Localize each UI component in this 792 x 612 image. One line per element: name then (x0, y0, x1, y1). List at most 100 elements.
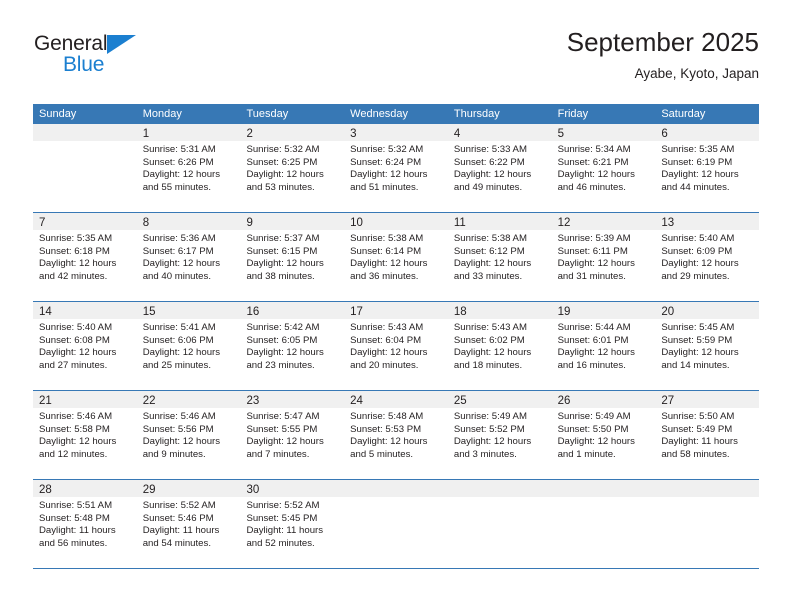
day-number: 10 (350, 217, 363, 229)
daylight-text-line1: Daylight: 12 hours (142, 258, 221, 270)
day-details: Sunrise: 5:49 AM Sunset: 5:50 PM Dayligh… (552, 408, 656, 461)
day-cell[interactable] (551, 480, 656, 568)
day-number-band: 18 (447, 302, 552, 319)
weekday-header-tuesday: Tuesday (246, 108, 289, 120)
sunrise-text: Sunrise: 5:47 AM (246, 411, 320, 422)
day-cell[interactable] (655, 480, 760, 568)
sunrise-text: Sunrise: 5:38 AM (350, 233, 424, 244)
day-cell[interactable]: 28 Sunrise: 5:51 AM Sunset: 5:48 PM Dayl… (33, 480, 137, 568)
sunset-text: Sunset: 6:26 PM (142, 156, 214, 168)
day-cell[interactable]: 4 Sunrise: 5:33 AM Sunset: 6:22 PM Dayli… (447, 124, 552, 212)
day-details: Sunrise: 5:51 AM Sunset: 5:48 PM Dayligh… (33, 497, 137, 550)
daylight-text-line2: and 29 minutes. (661, 270, 730, 282)
sunrise-text: Sunrise: 5:36 AM (142, 233, 216, 244)
logo-text-blue: Blue (63, 53, 105, 76)
day-number-band: 27 (655, 391, 760, 408)
day-cell[interactable]: 21 Sunrise: 5:46 AM Sunset: 5:58 PM Dayl… (33, 391, 137, 479)
day-cell[interactable]: 16 Sunrise: 5:42 AM Sunset: 6:05 PM Dayl… (240, 302, 345, 390)
day-cell[interactable]: 25 Sunrise: 5:49 AM Sunset: 5:52 PM Dayl… (447, 391, 552, 479)
day-cell[interactable]: 17 Sunrise: 5:43 AM Sunset: 6:04 PM Dayl… (344, 302, 448, 390)
day-details: Sunrise: 5:45 AM Sunset: 5:59 PM Dayligh… (655, 319, 759, 372)
day-cell[interactable] (447, 480, 552, 568)
day-details: Sunrise: 5:35 AM Sunset: 6:18 PM Dayligh… (33, 230, 137, 283)
day-cell[interactable] (344, 480, 448, 568)
sunset-text: Sunset: 6:19 PM (661, 156, 733, 168)
day-details: Sunrise: 5:43 AM Sunset: 6:02 PM Dayligh… (448, 319, 552, 372)
day-number-band: 13 (655, 213, 760, 230)
day-cell[interactable]: 1 Sunrise: 5:31 AM Sunset: 6:26 PM Dayli… (136, 124, 241, 212)
day-cell[interactable]: 13 Sunrise: 5:40 AM Sunset: 6:09 PM Dayl… (655, 213, 760, 301)
daylight-text-line1: Daylight: 12 hours (39, 436, 117, 448)
sunrise-text: Sunrise: 5:37 AM (246, 233, 320, 244)
day-cell[interactable]: 8 Sunrise: 5:36 AM Sunset: 6:17 PM Dayli… (136, 213, 241, 301)
day-cell[interactable]: 22 Sunrise: 5:46 AM Sunset: 5:56 PM Dayl… (136, 391, 241, 479)
day-cell[interactable]: 14 Sunrise: 5:40 AM Sunset: 6:08 PM Dayl… (33, 302, 137, 390)
daylight-text-line1: Daylight: 12 hours (142, 347, 221, 359)
day-number: 15 (142, 306, 156, 318)
day-cell[interactable]: 30 Sunrise: 5:52 AM Sunset: 5:45 PM Dayl… (240, 480, 345, 568)
daylight-text-line2: and 44 minutes. (661, 181, 730, 193)
weekday-header-friday: Friday (557, 108, 589, 120)
day-details: Sunrise: 5:47 AM Sunset: 5:55 PM Dayligh… (240, 408, 344, 461)
daylight-text-line2: and 12 minutes. (39, 448, 108, 460)
day-cell[interactable]: 20 Sunrise: 5:45 AM Sunset: 5:59 PM Dayl… (655, 302, 760, 390)
day-number: 25 (453, 395, 467, 407)
day-number: 20 (661, 306, 675, 318)
daylight-text-line2: and 46 minutes. (557, 181, 626, 193)
day-cell[interactable]: 7 Sunrise: 5:35 AM Sunset: 6:18 PM Dayli… (33, 213, 137, 301)
day-cell[interactable]: 2 Sunrise: 5:32 AM Sunset: 6:25 PM Dayli… (240, 124, 345, 212)
day-cell[interactable]: 23 Sunrise: 5:47 AM Sunset: 5:55 PM Dayl… (240, 391, 345, 479)
day-details (552, 497, 656, 500)
day-cell[interactable]: 12 Sunrise: 5:39 AM Sunset: 6:11 PM Dayl… (551, 213, 656, 301)
daylight-text-line2: and 25 minutes. (142, 359, 211, 371)
sunrise-text: Sunrise: 5:48 AM (350, 411, 424, 422)
day-number: 3 (350, 128, 357, 140)
day-cell[interactable]: 24 Sunrise: 5:48 AM Sunset: 5:53 PM Dayl… (344, 391, 448, 479)
day-number-band: 2 (240, 124, 345, 141)
daylight-text-line1: Daylight: 12 hours (350, 169, 428, 181)
day-number: 1 (142, 128, 150, 140)
sunset-text: Sunset: 5:45 PM (246, 512, 318, 524)
day-number: 23 (246, 395, 260, 407)
daylight-text-line2: and 58 minutes. (661, 448, 730, 460)
day-number-band: 5 (551, 124, 656, 141)
day-cell[interactable]: 10 Sunrise: 5:38 AM Sunset: 6:14 PM Dayl… (344, 213, 448, 301)
day-details: Sunrise: 5:46 AM Sunset: 5:58 PM Dayligh… (33, 408, 137, 461)
day-number: 30 (246, 484, 260, 496)
weekday-header-row: Sunday Monday Tuesday Wednesday Thursday… (33, 104, 759, 124)
day-details: Sunrise: 5:39 AM Sunset: 6:11 PM Dayligh… (552, 230, 656, 283)
daylight-text-line2: and 38 minutes. (246, 270, 315, 282)
day-cell[interactable]: 29 Sunrise: 5:52 AM Sunset: 5:46 PM Dayl… (136, 480, 241, 568)
day-cell[interactable]: 27 Sunrise: 5:50 AM Sunset: 5:49 PM Dayl… (655, 391, 760, 479)
day-cell[interactable]: 26 Sunrise: 5:49 AM Sunset: 5:50 PM Dayl… (551, 391, 656, 479)
daylight-text-line2: and 3 minutes. (453, 448, 517, 460)
day-number: 24 (350, 395, 363, 407)
sunrise-text: Sunrise: 5:35 AM (661, 144, 735, 155)
day-cell[interactable]: 19 Sunrise: 5:44 AM Sunset: 6:01 PM Dayl… (551, 302, 656, 390)
sunset-text: Sunset: 5:58 PM (39, 423, 110, 435)
day-details: Sunrise: 5:34 AM Sunset: 6:21 PM Dayligh… (552, 141, 656, 194)
day-cell[interactable]: 6 Sunrise: 5:35 AM Sunset: 6:19 PM Dayli… (655, 124, 760, 212)
page-subtitle: Ayabe, Kyoto, Japan (634, 66, 759, 81)
calendar-week-row: 28 Sunrise: 5:51 AM Sunset: 5:48 PM Dayl… (33, 480, 760, 569)
generalblue-logo[interactable]: General Blue (33, 32, 233, 88)
day-number: 4 (453, 128, 461, 140)
day-cell[interactable]: 3 Sunrise: 5:32 AM Sunset: 6:24 PM Dayli… (344, 124, 448, 212)
day-cell[interactable]: 11 Sunrise: 5:38 AM Sunset: 6:12 PM Dayl… (447, 213, 552, 301)
day-cell[interactable]: 5 Sunrise: 5:34 AM Sunset: 6:21 PM Dayli… (551, 124, 656, 212)
day-details: Sunrise: 5:32 AM Sunset: 6:25 PM Dayligh… (240, 141, 344, 194)
daylight-text-line2: and 1 minute. (557, 448, 616, 460)
day-number-band: 16 (240, 302, 345, 319)
day-cell[interactable]: 15 Sunrise: 5:41 AM Sunset: 6:06 PM Dayl… (136, 302, 241, 390)
day-cell[interactable] (33, 124, 137, 212)
daylight-text-line1: Daylight: 12 hours (350, 347, 428, 359)
day-number: 28 (39, 484, 52, 496)
day-cell[interactable]: 9 Sunrise: 5:37 AM Sunset: 6:15 PM Dayli… (240, 213, 345, 301)
daylight-text-line2: and 36 minutes. (350, 270, 419, 282)
day-cell[interactable]: 18 Sunrise: 5:43 AM Sunset: 6:02 PM Dayl… (447, 302, 552, 390)
daylight-text-line1: Daylight: 12 hours (39, 347, 117, 359)
day-number-band: 22 (136, 391, 241, 408)
day-details: Sunrise: 5:48 AM Sunset: 5:53 PM Dayligh… (344, 408, 448, 461)
daylight-text-line1: Daylight: 12 hours (453, 436, 532, 448)
calendar-week-row: 14 Sunrise: 5:40 AM Sunset: 6:08 PM Dayl… (33, 302, 760, 391)
